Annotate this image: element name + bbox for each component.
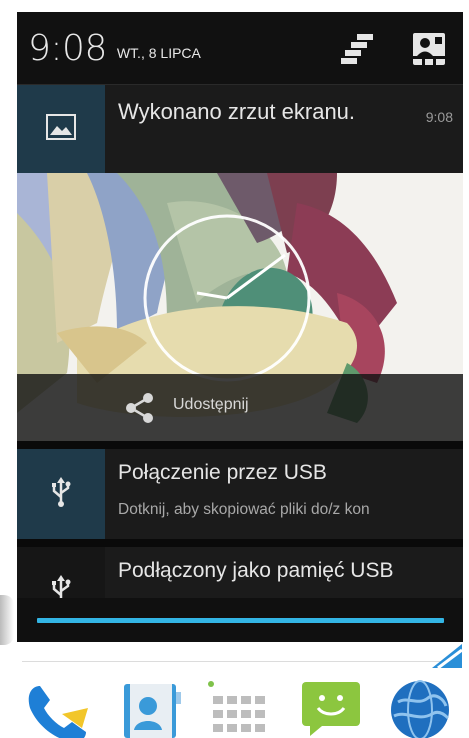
home-dock <box>0 668 469 738</box>
shade-header: 9:08 WT., 8 LIPCA <box>17 12 463 84</box>
date-label: WT., 8 LIPCA <box>116 45 201 61</box>
share-button-label[interactable]: Udostępnij <box>173 396 249 414</box>
clock: 9:08 <box>28 27 107 69</box>
notification-title: Połączenie przez USB <box>118 461 327 484</box>
screenshot-notification[interactable]: Wykonano zrzut ekranu. 9:08 <box>17 85 463 173</box>
share-icon <box>122 391 158 425</box>
app-drawer-icon[interactable] <box>205 678 265 738</box>
android-screen: 9:08 WT., 8 LIPCA Wykonano zrzut ekranu.… <box>0 0 469 738</box>
phone-icon[interactable] <box>22 678 88 738</box>
edge-glow <box>0 595 14 645</box>
browser-icon[interactable] <box>388 678 450 738</box>
notification-shade: 9:08 WT., 8 LIPCA Wykonano zrzut ekranu.… <box>17 12 463 642</box>
notification-text: Dotknij, aby skopiować pliki do/z kon <box>118 501 370 518</box>
image-icon <box>46 114 76 144</box>
notification-time: 9:08 <box>425 109 453 125</box>
usb-connection-notification[interactable]: Połączenie przez USB Dotknij, aby skopio… <box>17 449 463 539</box>
handle-bar[interactable] <box>37 618 444 623</box>
notification-icon-tile <box>17 85 105 173</box>
notification-title: Podłączony jako pamięć USB <box>118 559 394 582</box>
contacts-icon[interactable] <box>120 678 181 738</box>
widget-corner-icon <box>432 644 463 670</box>
share-action-bar[interactable]: Udostępnij <box>17 374 463 441</box>
dock-divider <box>22 661 452 662</box>
notification-title: Wykonano zrzut ekranu. <box>118 99 356 124</box>
notification-icon-tile <box>17 449 105 539</box>
usb-icon <box>50 477 72 511</box>
quick-settings-icon[interactable] <box>411 32 447 66</box>
messaging-icon[interactable] <box>300 678 360 738</box>
notification-settings-icon[interactable] <box>341 32 377 66</box>
shade-drag-handle[interactable] <box>17 598 463 642</box>
